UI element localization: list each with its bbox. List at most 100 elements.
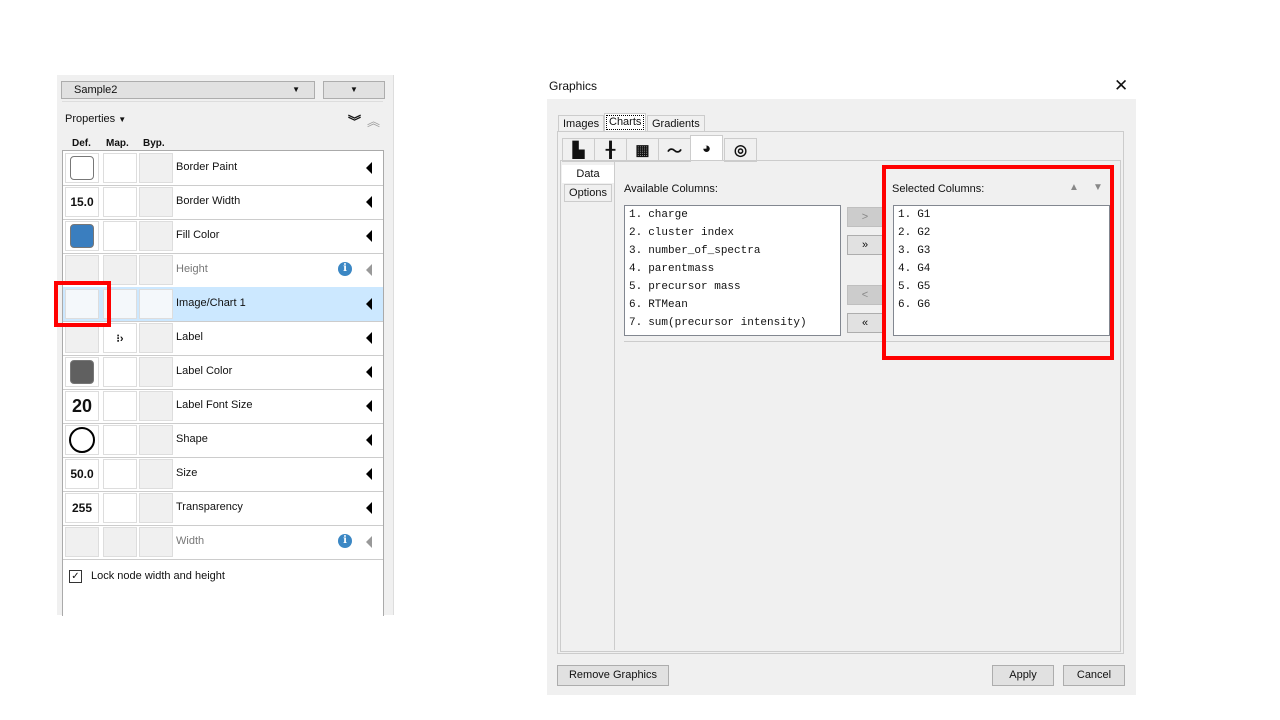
expand-arrow-icon[interactable] [366, 434, 372, 446]
mapping-cell[interactable] [103, 391, 137, 421]
default-cell[interactable] [65, 323, 99, 353]
color-swatch [70, 224, 94, 248]
side-tab-options[interactable]: Options [564, 184, 612, 202]
property-label: Border Paint [176, 161, 238, 173]
default-cell[interactable] [65, 221, 99, 251]
property-row[interactable]: Height i [63, 253, 383, 288]
default-value: 50.0 [70, 467, 94, 481]
mapping-cell[interactable] [103, 187, 137, 217]
bypass-cell[interactable] [139, 391, 173, 421]
properties-menu[interactable]: Properties ▼ [65, 113, 126, 125]
mapping-cell[interactable]: ⁝› [103, 323, 137, 353]
expand-arrow-icon[interactable] [366, 366, 372, 378]
mapping-cell[interactable] [103, 493, 137, 523]
expand-arrow-icon[interactable] [366, 468, 372, 480]
bypass-cell[interactable] [139, 255, 173, 285]
mapping-cell[interactable] [103, 357, 137, 387]
property-row[interactable]: 15.0 Border Width [63, 185, 383, 220]
expand-arrow-icon[interactable] [366, 502, 372, 514]
default-cell[interactable]: 15.0 [65, 187, 99, 217]
default-cell[interactable] [65, 357, 99, 387]
expand-arrow-icon[interactable] [366, 332, 372, 344]
mapping-cell[interactable] [103, 221, 137, 251]
property-row[interactable]: Label Color [63, 355, 383, 390]
mapping-cell[interactable] [103, 153, 137, 183]
add-all-button[interactable]: » [847, 235, 883, 255]
list-item[interactable]: 3. number_of_spectra [625, 242, 840, 260]
expand-arrow-icon[interactable] [366, 264, 372, 276]
remove-selected-button[interactable]: < [847, 285, 883, 305]
default-cell[interactable]: 255 [65, 493, 99, 523]
bypass-cell[interactable] [139, 459, 173, 489]
remove-all-button[interactable]: « [847, 313, 883, 333]
bar-chart-icon[interactable]: ▙ [562, 138, 595, 162]
collapse-all-icon[interactable]: ︽ [367, 111, 380, 130]
network-select-value: Sample2 [74, 84, 118, 96]
bypass-cell[interactable] [139, 289, 173, 319]
default-cell[interactable] [65, 527, 99, 557]
expand-arrow-icon[interactable] [366, 400, 372, 412]
available-columns-list[interactable]: 1. charge 2. cluster index 3. number_of_spect… [624, 205, 841, 336]
list-item[interactable]: 5. precursor mass [625, 278, 840, 296]
property-label: Label Font Size [176, 399, 253, 411]
tab-images[interactable]: Images [558, 115, 605, 132]
property-row[interactable]: Image/Chart 1 [63, 287, 383, 322]
cancel-button[interactable]: Cancel [1063, 665, 1125, 686]
bypass-cell[interactable] [139, 323, 173, 353]
property-row[interactable]: ⁝› Label [63, 321, 383, 356]
expand-arrow-icon[interactable] [366, 230, 372, 242]
default-cell[interactable] [65, 425, 99, 455]
bypass-cell[interactable] [139, 357, 173, 387]
default-value: 15.0 [70, 195, 94, 209]
expand-all-icon[interactable]: ︾ [348, 111, 361, 130]
property-row[interactable]: Border Paint [63, 151, 383, 186]
bypass-cell[interactable] [139, 153, 173, 183]
list-item[interactable]: 7. sum(precursor intensity) [625, 314, 840, 332]
tab-gradients[interactable]: Gradients [647, 115, 705, 132]
list-item[interactable]: 2. cluster index [625, 224, 840, 242]
expand-arrow-icon[interactable] [366, 298, 372, 310]
list-item-label: parentmass [648, 263, 715, 275]
bypass-cell[interactable] [139, 527, 173, 557]
close-icon[interactable]: ✕ [1114, 76, 1128, 96]
expand-arrow-icon[interactable] [366, 536, 372, 548]
property-row[interactable]: Shape [63, 423, 383, 458]
property-row[interactable]: 255 Transparency [63, 491, 383, 526]
mapping-cell[interactable] [103, 425, 137, 455]
default-cell[interactable] [65, 153, 99, 183]
lock-checkbox[interactable]: ✓ [69, 570, 82, 583]
expand-arrow-icon[interactable] [366, 162, 372, 174]
divider [614, 162, 615, 650]
bypass-cell[interactable] [139, 221, 173, 251]
ring-chart-icon[interactable]: ◎ [724, 138, 757, 162]
mapping-cell[interactable] [103, 459, 137, 489]
heatmap-chart-icon[interactable]: ▦ [626, 138, 659, 162]
pie-chart-icon[interactable]: ◕ [690, 135, 723, 161]
property-row[interactable]: 50.0 Size [63, 457, 383, 492]
default-cell[interactable]: 20 [65, 391, 99, 421]
bypass-cell[interactable] [139, 493, 173, 523]
tab-charts[interactable]: Charts [604, 113, 647, 132]
line-chart-icon[interactable]: 〜 [658, 138, 691, 162]
info-icon[interactable]: i [338, 262, 352, 276]
default-cell[interactable]: 50.0 [65, 459, 99, 489]
bypass-cell[interactable] [139, 187, 173, 217]
network-select[interactable]: Sample2 ▼ [61, 81, 315, 99]
info-icon[interactable]: i [338, 534, 352, 548]
mapping-cell[interactable] [103, 527, 137, 557]
bypass-cell[interactable] [139, 425, 173, 455]
list-item[interactable]: 1. charge [625, 206, 840, 224]
property-row[interactable]: Fill Color [63, 219, 383, 254]
side-tab-data[interactable]: Data [562, 165, 614, 183]
box-chart-icon[interactable]: ╂ [594, 138, 627, 162]
apply-button[interactable]: Apply [992, 665, 1054, 686]
add-selected-button[interactable]: > [847, 207, 883, 227]
style-menu-button[interactable]: ▼ [323, 81, 385, 99]
remove-graphics-button[interactable]: Remove Graphics [557, 665, 669, 686]
lock-label: Lock node width and height [91, 570, 225, 582]
list-item[interactable]: 4. parentmass [625, 260, 840, 278]
property-row[interactable]: Width i [63, 525, 383, 560]
list-item[interactable]: 6. RTMean [625, 296, 840, 314]
property-row[interactable]: 20 Label Font Size [63, 389, 383, 424]
expand-arrow-icon[interactable] [366, 196, 372, 208]
